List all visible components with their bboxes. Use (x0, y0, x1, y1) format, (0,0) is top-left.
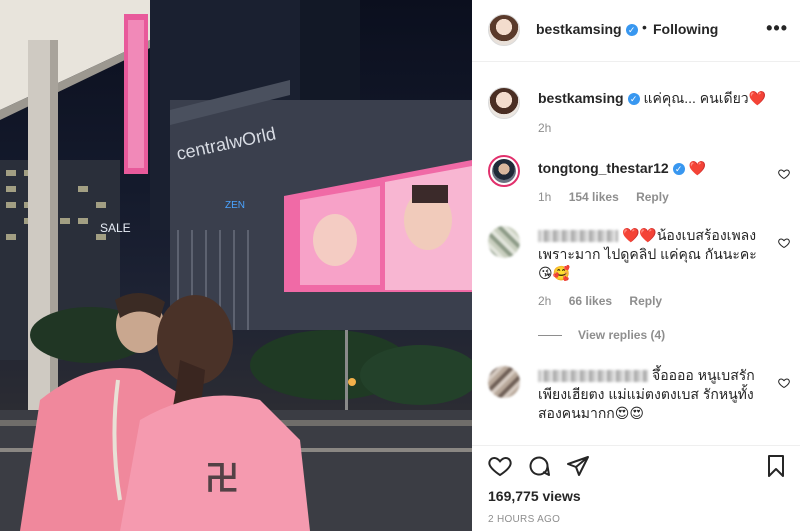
comment-avatar[interactable] (488, 226, 520, 258)
comment-text: ❤️❤️น้องเบสร้องเพลงเพราะมาก ไปดูคลิป แค่… (538, 226, 768, 283)
separator-dot: • (642, 19, 647, 35)
heart-icon[interactable] (778, 167, 790, 185)
caption-username[interactable]: bestkamsing ✓ (538, 90, 640, 106)
reply-button[interactable]: Reply (629, 294, 662, 308)
verified-icon: ✓ (625, 24, 638, 37)
caption-meta: 2h (538, 121, 565, 135)
post-media[interactable]: centralwOrld ZEN SALE 卍 (0, 0, 472, 531)
verified-icon: ✓ (627, 93, 640, 106)
hidden-username (538, 230, 618, 243)
verified-icon: ✓ (672, 163, 685, 176)
comment-time[interactable]: 1h (538, 190, 551, 204)
post-timestamp[interactable]: 2 HOURS AGO (488, 514, 560, 525)
svg-text:卍: 卍 (205, 460, 239, 498)
post-header: bestkamsing ✓ • Following ••• (472, 0, 800, 62)
caption-avatar[interactable] (488, 87, 520, 119)
more-icon[interactable]: ••• (766, 18, 788, 39)
view-count[interactable]: 169,775 views (488, 488, 581, 504)
author-username[interactable]: bestkamsing ✓ (536, 21, 638, 37)
heart-icon[interactable] (778, 376, 790, 394)
comment-time[interactable]: 2h (538, 294, 551, 308)
post-side-panel: bestkamsing ✓ • Following ••• bestkamsing… (472, 0, 800, 531)
comment-icon[interactable] (527, 454, 553, 480)
comment-avatar[interactable] (488, 155, 520, 187)
caption-text: bestkamsing ✓ แค่คุณ... คนเดียว❤️ (538, 89, 768, 108)
bookmark-icon[interactable] (764, 454, 790, 480)
following-button[interactable]: Following (653, 21, 718, 37)
hidden-username (538, 370, 648, 383)
caption-body: แค่คุณ... คนเดียว❤️ (643, 90, 767, 106)
comment-meta: 1h 154 likes Reply (538, 190, 683, 204)
like-heart-icon[interactable] (488, 454, 514, 480)
video-frame: centralwOrld ZEN SALE 卍 (0, 0, 472, 531)
comment-body: ❤️ (688, 160, 707, 176)
share-icon[interactable] (566, 454, 592, 480)
view-replies-label: View replies (4) (578, 328, 666, 342)
caption-time[interactable]: 2h (538, 121, 551, 135)
comment-meta: 2h 66 likes Reply (538, 294, 676, 308)
comment-username[interactable]: tongtong_thestar12 ✓ (538, 160, 685, 176)
divider-line (538, 334, 562, 336)
comment-text: tongtong_thestar12 ✓ ❤️ (538, 159, 768, 178)
view-replies-button[interactable]: View replies (4) (538, 328, 665, 342)
comment-text: จึ้ออออ หนูเบสรักเพียงเฮียตง แม่แม่ตงตงเ… (538, 366, 768, 423)
comment-likes[interactable]: 66 likes (569, 294, 612, 308)
comment-likes[interactable]: 154 likes (569, 190, 619, 204)
zen-sign: ZEN (225, 200, 245, 211)
author-avatar[interactable] (488, 14, 520, 46)
action-bar: 169,775 views 2 HOURS AGO (472, 445, 800, 531)
sale-sign: SALE (100, 221, 131, 235)
reply-button[interactable]: Reply (636, 190, 669, 204)
comment-avatar[interactable] (488, 366, 520, 398)
heart-icon[interactable] (778, 236, 790, 254)
